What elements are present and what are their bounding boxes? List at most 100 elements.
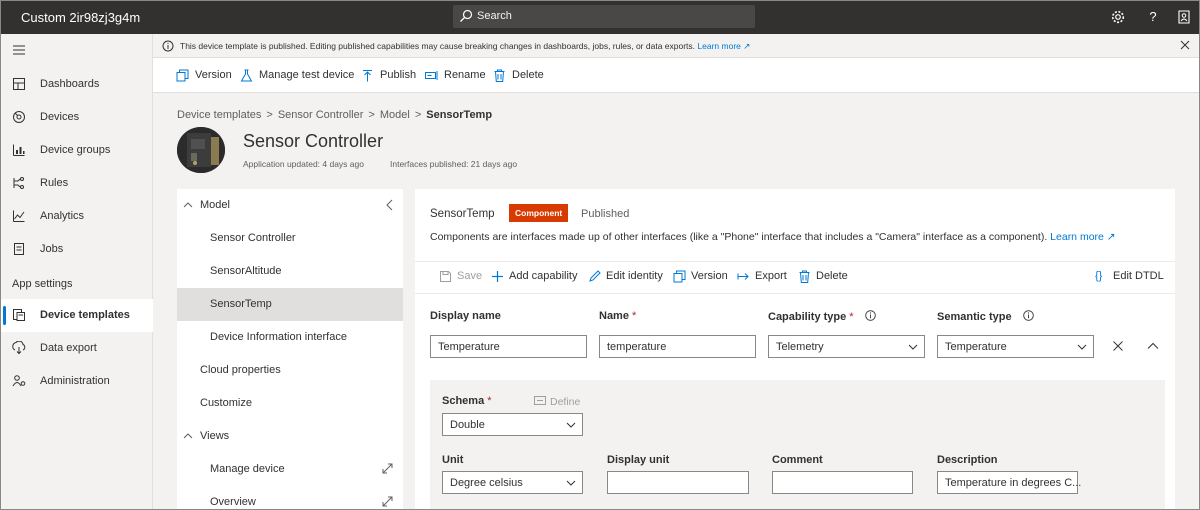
- nav-item-device-groups[interactable]: Device groups: [1, 134, 153, 167]
- published-banner: This device template is published. Editi…: [153, 34, 1199, 58]
- nav-item-devices[interactable]: Devices: [1, 101, 153, 134]
- account-icon[interactable]: [1176, 9, 1192, 25]
- display-unit-label: Display unit: [607, 454, 670, 466]
- left-nav: Dashboards Devices Device groups Rules A…: [1, 34, 153, 509]
- braces-icon: {}: [1095, 270, 1103, 282]
- chevron-down-icon: [566, 480, 576, 486]
- interfaces-published-text: Interfaces published: 21 days ago: [390, 159, 518, 169]
- rules-icon: [13, 177, 24, 189]
- breadcrumb-current: SensorTemp: [426, 109, 493, 121]
- breadcrumb-item[interactable]: Sensor Controller: [278, 109, 364, 121]
- device-photo: [177, 127, 225, 173]
- nav-label: Analytics: [40, 210, 85, 222]
- schema-dropdown[interactable]: Double: [442, 413, 583, 436]
- interface-title: SensorTemp: [430, 208, 495, 220]
- banner-message: This device template is published. Editi…: [180, 41, 696, 51]
- banner-learn-more-link[interactable]: Learn more ↗: [697, 41, 750, 51]
- nav-item-data-export[interactable]: Data export: [1, 332, 153, 365]
- unit-dropdown[interactable]: Degree celsius: [442, 471, 583, 494]
- display-name-label: Display name: [430, 310, 501, 322]
- name-input[interactable]: temperature: [599, 335, 756, 358]
- semantic-type-dropdown[interactable]: Temperature: [937, 335, 1094, 358]
- edit-icon: [589, 270, 601, 282]
- nav-label: Devices: [40, 111, 80, 123]
- schema-label: Schema *: [442, 395, 492, 407]
- rename-icon: [425, 71, 438, 80]
- nav-item-administration[interactable]: Administration: [1, 365, 153, 398]
- breadcrumb-item[interactable]: Model: [380, 109, 410, 121]
- tree-item-cloud-properties[interactable]: Cloud properties: [177, 354, 403, 387]
- expand-icon[interactable]: [382, 463, 393, 474]
- device-groups-icon: [13, 144, 25, 156]
- nav-item-jobs[interactable]: Jobs: [1, 233, 153, 266]
- administration-icon: [12, 375, 26, 387]
- analytics-icon: [13, 210, 25, 222]
- tree-item-model[interactable]: Model: [177, 189, 403, 222]
- nav-label: Rules: [40, 177, 69, 189]
- nav-item-analytics[interactable]: Analytics: [1, 200, 153, 233]
- chevron-down-icon: [1077, 344, 1087, 350]
- display-unit-input[interactable]: [607, 471, 749, 494]
- trash-icon: [494, 69, 505, 82]
- collapse-panel-icon[interactable]: [385, 199, 395, 211]
- tree-item-sensor-temp[interactable]: SensorTemp: [177, 288, 403, 321]
- nav-item-dashboards[interactable]: Dashboards: [1, 68, 153, 101]
- app-title[interactable]: Custom 2ir98zj3g4m: [21, 10, 140, 25]
- published-status: Published: [581, 208, 630, 220]
- gear-icon[interactable]: [1110, 9, 1126, 25]
- tree-item-sensor-controller[interactable]: Sensor Controller: [177, 222, 403, 255]
- device-template-image: [177, 127, 225, 173]
- component-badge: Component: [509, 204, 569, 222]
- learn-more-link[interactable]: Learn more ↗: [1050, 231, 1115, 243]
- nav-item-rules[interactable]: Rules: [1, 167, 153, 200]
- info-icon[interactable]: [1022, 310, 1034, 321]
- nav-label: Device templates: [40, 309, 130, 321]
- data-export-icon: [12, 341, 26, 355]
- device-templates-icon: [13, 309, 25, 321]
- display-name-input[interactable]: Temperature: [430, 335, 587, 358]
- model-tree-panel: Model Sensor Controller SensorAltitude S…: [177, 189, 403, 509]
- chevron-up-icon: [183, 202, 193, 208]
- divider: [415, 261, 1175, 262]
- tree-item-overview[interactable]: Overview: [177, 486, 403, 509]
- help-icon[interactable]: ?: [1145, 9, 1161, 25]
- jobs-icon: [14, 243, 24, 255]
- search-icon: [460, 9, 473, 22]
- breadcrumb: Device templates > Sensor Controller > Model…: [177, 109, 493, 121]
- tree-item-sensor-altitude[interactable]: SensorAltitude: [177, 255, 403, 288]
- app-updated-text: Application updated: 4 days ago: [243, 159, 364, 169]
- define-button[interactable]: Define: [534, 396, 580, 408]
- app-window: Custom 2ir98zj3g4m Search ? Dashboards D…: [0, 0, 1200, 510]
- name-label: Name *: [599, 310, 637, 322]
- nav-label: Device groups: [40, 144, 111, 156]
- breadcrumb-item[interactable]: Device templates: [177, 109, 261, 121]
- search-box[interactable]: Search: [453, 5, 755, 28]
- tree-item-device-information[interactable]: Device Information interface: [177, 321, 403, 354]
- close-icon[interactable]: [1179, 39, 1191, 51]
- top-bar: Custom 2ir98zj3g4m Search ?: [1, 1, 1199, 34]
- capability-type-dropdown[interactable]: Telemetry: [768, 335, 925, 358]
- close-icon[interactable]: [1112, 340, 1124, 352]
- search-input[interactable]: Search: [477, 10, 512, 22]
- unit-label: Unit: [442, 454, 464, 466]
- expand-icon[interactable]: [382, 496, 393, 507]
- chevron-up-icon[interactable]: [1147, 340, 1159, 352]
- save-icon: [440, 271, 451, 282]
- export-icon: [737, 273, 749, 280]
- flask-icon: [240, 69, 253, 82]
- nav-label: Administration: [40, 375, 110, 387]
- hamburger-menu-icon[interactable]: [12, 44, 26, 56]
- tree-item-views[interactable]: Views: [177, 420, 403, 453]
- info-icon[interactable]: [864, 310, 876, 321]
- capability-details: Schema * Define Double Unit Display unit …: [430, 380, 1165, 509]
- divider: [415, 293, 1175, 294]
- description-input[interactable]: Temperature in degrees C...: [937, 471, 1081, 494]
- nav-label: Jobs: [40, 243, 64, 255]
- comment-input[interactable]: [772, 471, 913, 494]
- semantic-type-label: Semantic type: [937, 310, 1034, 323]
- nav-item-device-templates[interactable]: Device templates: [1, 299, 153, 332]
- version-icon: [673, 270, 686, 283]
- tree-item-customize[interactable]: Customize: [177, 387, 403, 420]
- info-icon: [162, 40, 174, 52]
- tree-item-manage-device[interactable]: Manage device: [177, 453, 403, 486]
